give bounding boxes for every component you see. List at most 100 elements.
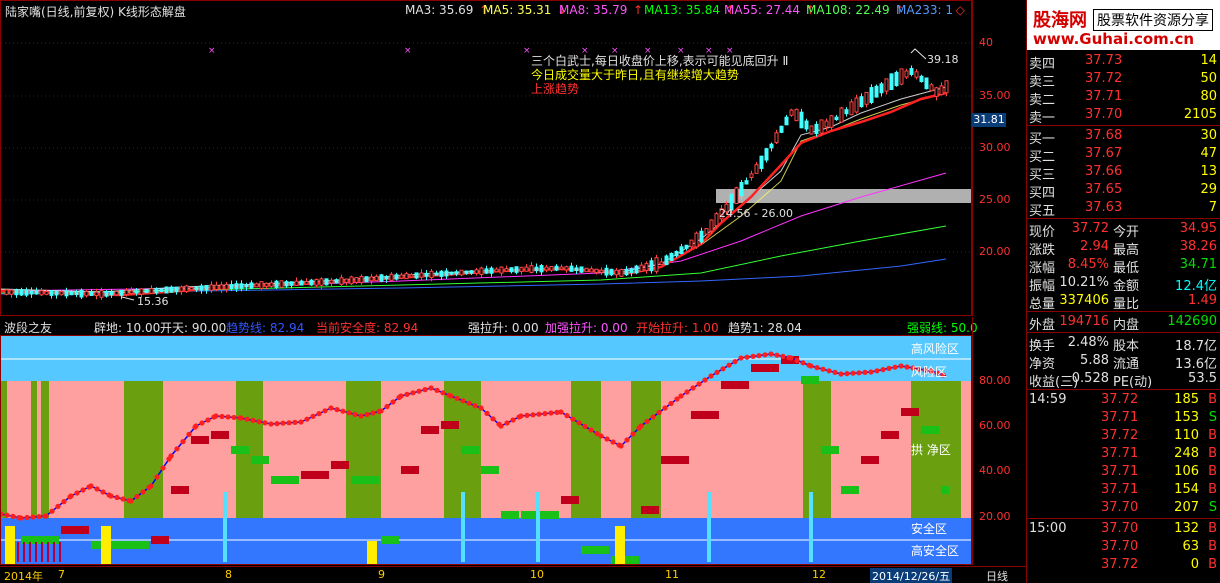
bid-row[interactable]: 买一 37.68 30: [1027, 127, 1220, 147]
stat-value: 2.94: [1080, 239, 1109, 254]
safety-dot: [244, 416, 250, 422]
safety-dot: [832, 369, 838, 375]
stat-row[interactable]: 换手 2.48% 股本 18.7亿: [1027, 334, 1220, 354]
candle-body: [944, 80, 949, 94]
candle-body: [564, 266, 569, 271]
ask-row[interactable]: 卖三 37.72 50: [1027, 70, 1220, 90]
period-label[interactable]: 日线: [986, 568, 1008, 583]
date-label: 10: [530, 568, 544, 581]
candle-body: [34, 290, 39, 295]
price-grid: [1, 42, 971, 253]
candle-body: [914, 71, 919, 78]
safety-dot: [74, 490, 80, 496]
bid-row[interactable]: 买二 37.67 47: [1027, 145, 1220, 165]
price-chart-canvas[interactable]: × × × × × × × × ×: [1, 1, 971, 315]
inner-label: 内盘: [1113, 318, 1140, 333]
signal-bar: [809, 492, 813, 562]
price-axis-label: 30.00: [979, 141, 1011, 154]
tick-row[interactable]: 37.71 154 B: [1027, 481, 1220, 499]
safety-dot: [644, 418, 650, 425]
bid-volume: 13: [1200, 164, 1217, 179]
safety-dot: [328, 405, 334, 411]
candle-body: [789, 109, 794, 116]
safety-dot: [886, 365, 892, 371]
ask-row[interactable]: 卖一 37.70 2105: [1027, 106, 1220, 126]
bid-row[interactable]: 买五 37.63 7: [1027, 199, 1220, 219]
candle-body: [529, 265, 534, 273]
stat-row[interactable]: 振幅 10.21% 金额 12.4亿: [1027, 274, 1220, 294]
stat-row[interactable]: 净资 5.88 流通 13.6亿: [1027, 352, 1220, 372]
tick-side: B: [1208, 464, 1217, 479]
stat-row[interactable]: 现价 37.72 今开 34.95: [1027, 220, 1220, 240]
tick-row[interactable]: 37.72 110 B: [1027, 427, 1220, 445]
candle-body: [209, 284, 214, 291]
candle-body: [519, 266, 524, 272]
bid-volume: 30: [1200, 128, 1217, 143]
bid-row[interactable]: 买四 37.65 29: [1027, 181, 1220, 201]
candle-body: [939, 85, 944, 96]
date-label: 8: [225, 568, 232, 581]
candle-body: [569, 265, 574, 272]
stat-label: 收益(三): [1029, 375, 1079, 390]
indicator-panel[interactable]: 高风险区 风险区 拱 净区 安全区 高安全区: [0, 335, 972, 565]
indicator-axis-label: 60.00: [979, 419, 1011, 432]
indicator-step: [461, 446, 479, 454]
indicator-step: [381, 536, 399, 544]
tick-row[interactable]: 37.71 106 B: [1027, 463, 1220, 481]
ask-row[interactable]: 卖二 37.71 80: [1027, 88, 1220, 108]
indicator-step: [641, 506, 659, 514]
cursor-date-label: 2014/12/26/五: [870, 568, 953, 583]
safety-dot: [364, 411, 370, 418]
candle-body: [19, 289, 24, 296]
safety-dot: [756, 353, 762, 359]
indicator-canvas[interactable]: [1, 336, 971, 564]
ask-row[interactable]: 卖四 37.73 14: [1027, 52, 1220, 72]
tick-row[interactable]: 37.70 63 B: [1027, 538, 1220, 556]
indicator-legend-item: 辟地: 10.00: [94, 321, 161, 335]
ma-legend-item: MA8: 35.79: [559, 3, 628, 17]
tick-row[interactable]: 37.71 153 S: [1027, 409, 1220, 427]
indicator-step: [251, 456, 269, 464]
candle-body: [229, 283, 234, 290]
pattern-annotation: 三个白武士,每日收盘价上移,表示可能见底回升 Ⅱ 今日成交量大于昨日,且有继续增…: [531, 54, 788, 96]
stat-row[interactable]: 收益(三) 0.528 PE(动) 53.5: [1027, 370, 1220, 390]
candle-body: [534, 266, 539, 272]
safety-dot: [530, 412, 536, 418]
divider: [1027, 389, 1220, 390]
stat-value: 34.71: [1179, 257, 1217, 272]
price-axis-label: 20.00: [979, 245, 1011, 258]
stat-row[interactable]: 总量 337406 量比 1.49: [1027, 292, 1220, 312]
safety-dot: [768, 351, 774, 357]
price-chart-panel[interactable]: × × × × × × × × × 陆家嘴(日线,前复权) K线形态解盘 MA3: 35.6…: [0, 0, 972, 316]
safety-dot: [88, 483, 94, 489]
safety-dot: [434, 387, 440, 393]
tick-row[interactable]: 37.72 0 B: [1027, 556, 1220, 574]
candle-body: [409, 274, 414, 278]
svg-text:×: ×: [523, 46, 531, 56]
safety-dot: [708, 373, 714, 379]
tick-row[interactable]: 14:59 37.72 185 B: [1027, 391, 1220, 409]
candle-body: [574, 267, 579, 272]
tick-row[interactable]: 37.70 207 S: [1027, 499, 1220, 517]
safety-dot: [250, 417, 256, 423]
trend-band: [124, 381, 163, 518]
tick-row[interactable]: 15:00 37.70 132 B: [1027, 520, 1220, 538]
outer-inner-row[interactable]: 外盘 194716 内盘 142690: [1027, 313, 1220, 333]
bid-row[interactable]: 买三 37.66 13: [1027, 163, 1220, 183]
tick-side: B: [1208, 446, 1217, 461]
bid-price: 37.65: [1085, 182, 1123, 197]
candle-body: [364, 276, 369, 283]
tick-row[interactable]: 37.71 248 B: [1027, 445, 1220, 463]
indicator-step: [941, 486, 949, 494]
candle-body: [929, 84, 934, 92]
indicator-legend-item: 开始拉升: 1.00: [636, 321, 719, 335]
indicator-axis-label: 40.00: [979, 464, 1011, 477]
safety-dot: [193, 423, 199, 429]
chart-title: 陆家嘴(日线,前复权) K线形态解盘: [5, 5, 186, 19]
indicator-name[interactable]: 波段之友: [4, 319, 52, 336]
stat-row[interactable]: 涨幅 8.45% 最低 34.71: [1027, 256, 1220, 276]
candle-body: [159, 288, 164, 292]
stat-row[interactable]: 涨跌 2.94 最高 38.26: [1027, 238, 1220, 258]
candle-body: [824, 120, 829, 128]
safety-dot: [570, 416, 576, 422]
